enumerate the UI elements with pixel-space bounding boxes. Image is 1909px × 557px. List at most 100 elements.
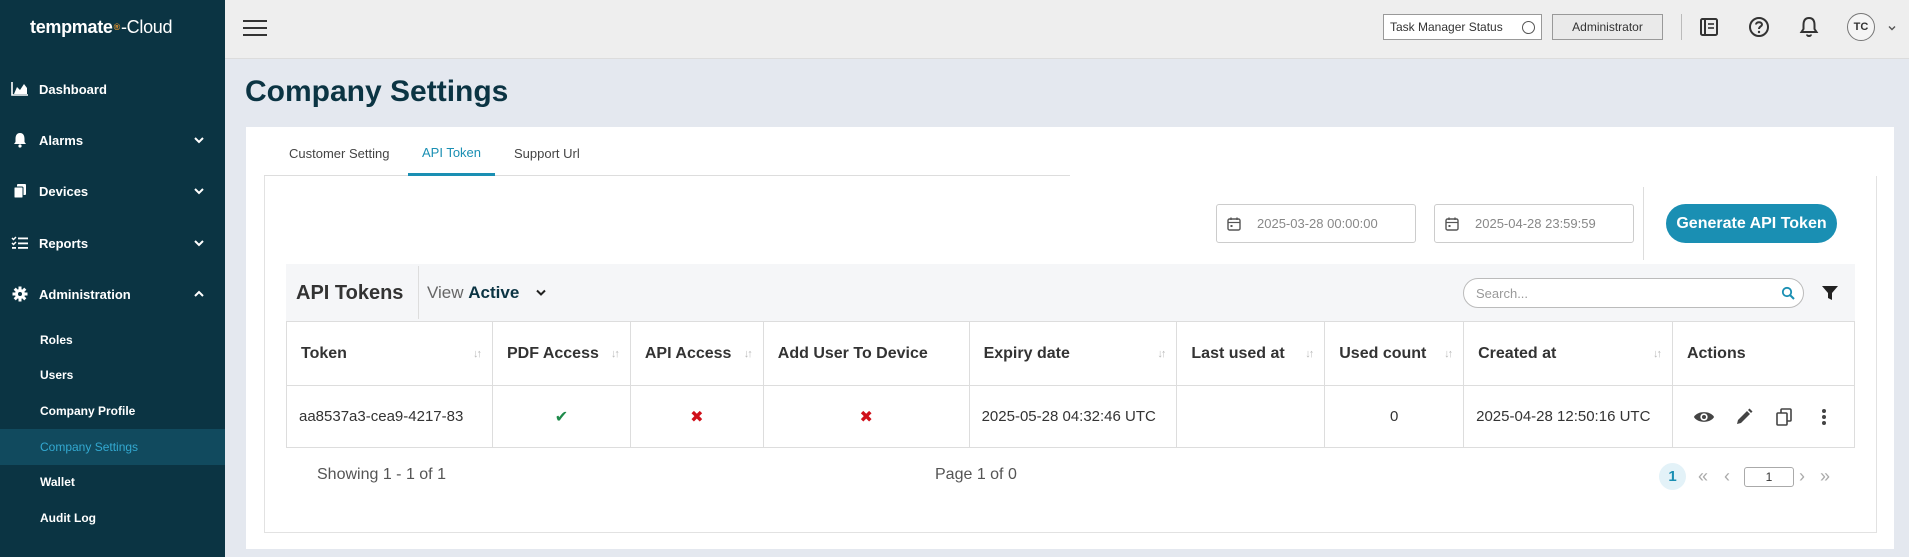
- showing-count: Showing 1 - 1 of 1: [317, 466, 446, 483]
- sort-icon[interactable]: ↓↑: [744, 348, 753, 360]
- sidebar-subitem-audit-log[interactable]: Audit Log: [0, 500, 225, 536]
- pdf-access-cell: ✔: [491, 385, 631, 448]
- chevron-down-icon: [194, 137, 204, 144]
- column-header-token[interactable]: Token ↓↑: [286, 321, 493, 386]
- last-page-icon[interactable]: »: [1820, 466, 1830, 487]
- list-icon: [10, 233, 30, 253]
- logo-mark: ®: [113, 22, 121, 32]
- chevron-down-icon[interactable]: [1888, 24, 1896, 32]
- device-icon: [10, 181, 30, 201]
- logo-brand: tempmate: [30, 16, 113, 37]
- toolbar-divider: [418, 266, 419, 319]
- sidebar-subitem-label: Users: [40, 368, 74, 382]
- token-cell: aa8537a3-cea9-4217-83: [286, 385, 493, 448]
- page-info: Page 1 of 0: [935, 466, 1017, 483]
- tab-customer-setting[interactable]: Customer Setting: [289, 131, 389, 176]
- guide-book-icon[interactable]: [1697, 15, 1721, 39]
- copy-icon[interactable]: [1773, 406, 1795, 428]
- topbar-divider: [1681, 14, 1682, 40]
- sidebar-item-label: Dashboard: [39, 81, 107, 97]
- column-label: PDF Access: [506, 344, 599, 362]
- date-to-input[interactable]: 2025-04-28 23:59:59: [1434, 204, 1634, 243]
- sidebar-item-label: Administration: [39, 286, 131, 302]
- edit-pencil-icon[interactable]: [1733, 406, 1755, 428]
- tab-api-token[interactable]: API Token: [408, 131, 496, 176]
- chevron-down-icon: [194, 188, 204, 195]
- sort-icon[interactable]: ↓↑: [611, 348, 620, 360]
- view-selector[interactable]: View Active: [427, 283, 519, 303]
- sidebar-subitem-wallet[interactable]: Wallet: [0, 464, 225, 500]
- column-label: Add User To Device: [777, 344, 928, 362]
- gear-icon: [10, 284, 30, 304]
- hamburger-menu-icon[interactable]: [243, 20, 267, 38]
- notification-bell-icon[interactable]: [1797, 15, 1821, 39]
- column-header-used-count[interactable]: Used count ↓↑: [1324, 321, 1465, 386]
- sort-icon[interactable]: ↓↑: [1305, 348, 1314, 360]
- check-icon: ✔: [554, 408, 569, 426]
- table-title: API Tokens: [296, 282, 404, 304]
- created-cell: 2025-04-28 12:50:16 UTC: [1463, 385, 1673, 448]
- cross-icon: ✖: [859, 408, 873, 426]
- chevron-up-icon: [194, 290, 204, 297]
- expiry-cell: 2025-05-28 04:32:46 UTC: [968, 385, 1178, 448]
- user-avatar[interactable]: TC: [1847, 13, 1875, 41]
- add-user-cell: ✖: [762, 385, 970, 448]
- cross-icon: ✖: [690, 408, 704, 426]
- sidebar-item-dashboard[interactable]: Dashboard: [0, 69, 225, 109]
- sort-icon[interactable]: ↓↑: [473, 348, 482, 360]
- filter-divider: [1643, 187, 1644, 260]
- settings-tabs: Customer Setting API Token Support Url: [264, 131, 1070, 176]
- page-number-button[interactable]: 1: [1659, 463, 1686, 490]
- administrator-button[interactable]: Administrator: [1552, 14, 1663, 40]
- column-label: Created at: [1478, 344, 1557, 362]
- sidebar-subitem-users[interactable]: Users: [0, 357, 225, 393]
- date-to-value: 2025-04-28 23:59:59: [1475, 216, 1596, 231]
- used-count-cell: 0: [1324, 385, 1465, 448]
- sidebar-item-alarms[interactable]: Alarms: [0, 120, 225, 160]
- tab-support-url[interactable]: Support Url: [514, 131, 580, 176]
- next-page-icon[interactable]: ›: [1799, 466, 1805, 487]
- sidebar-item-reports[interactable]: Reports: [0, 223, 225, 263]
- app-logo[interactable]: tempmate ® -Cloud: [0, 0, 225, 54]
- sidebar-subitem-company-settings[interactable]: Company Settings: [0, 429, 225, 465]
- view-prefix: View: [427, 283, 464, 302]
- more-options-icon[interactable]: [1813, 406, 1835, 428]
- api-access-cell: ✖: [629, 385, 764, 448]
- sidebar-item-administration[interactable]: Administration: [0, 274, 225, 314]
- search-input[interactable]: Search...: [1463, 278, 1804, 308]
- column-header-add-user-to-device[interactable]: Add User To Device: [762, 321, 970, 386]
- sort-icon[interactable]: ↓↑: [1444, 348, 1453, 360]
- column-header-expiry-date[interactable]: Expiry date ↓↑: [968, 321, 1178, 386]
- sidebar-subitem-roles[interactable]: Roles: [0, 322, 225, 358]
- column-label: Actions: [1686, 344, 1746, 362]
- task-manager-status[interactable]: Task Manager Status: [1383, 14, 1542, 40]
- sidebar-subitem-company-profile[interactable]: Company Profile: [0, 393, 225, 429]
- bell-icon: [10, 130, 30, 150]
- date-from-input[interactable]: 2025-03-28 00:00:00: [1216, 204, 1416, 243]
- view-eye-icon[interactable]: [1693, 406, 1715, 428]
- sidebar-subitem-label: Audit Log: [40, 511, 96, 525]
- page-number-input[interactable]: 1: [1744, 467, 1794, 487]
- column-header-created-at[interactable]: Created at ↓↑: [1463, 321, 1673, 386]
- chart-area-icon: [10, 79, 30, 99]
- column-header-last-used-at[interactable]: Last used at ↓↑: [1176, 321, 1326, 386]
- help-icon[interactable]: [1747, 15, 1771, 39]
- table-header-row: Token ↓↑ PDF Access ↓↑ API Access ↓↑ Add Us…: [286, 321, 1856, 386]
- sidebar-item-devices[interactable]: Devices: [0, 171, 225, 211]
- column-header-api-access[interactable]: API Access ↓↑: [629, 321, 764, 386]
- sort-icon[interactable]: ↓↑: [1653, 348, 1662, 360]
- chevron-down-icon: [194, 240, 204, 247]
- status-radio-icon: [1522, 21, 1535, 34]
- column-label: Used count: [1339, 344, 1427, 362]
- prev-page-icon[interactable]: ‹: [1724, 466, 1730, 487]
- sidebar: tempmate ® -Cloud Dashboard Alarms Devices…: [0, 0, 225, 557]
- column-header-pdf-access[interactable]: PDF Access ↓↑: [491, 321, 631, 386]
- search-icon[interactable]: [1781, 286, 1795, 300]
- chevron-down-icon[interactable]: [535, 288, 547, 298]
- sort-icon[interactable]: ↓↑: [1157, 348, 1166, 360]
- column-label: Last used at: [1191, 344, 1285, 362]
- sidebar-subitem-label: Roles: [40, 333, 73, 347]
- filter-icon[interactable]: [1821, 284, 1839, 302]
- first-page-icon[interactable]: «: [1698, 466, 1708, 487]
- generate-api-token-button[interactable]: Generate API Token: [1666, 204, 1837, 243]
